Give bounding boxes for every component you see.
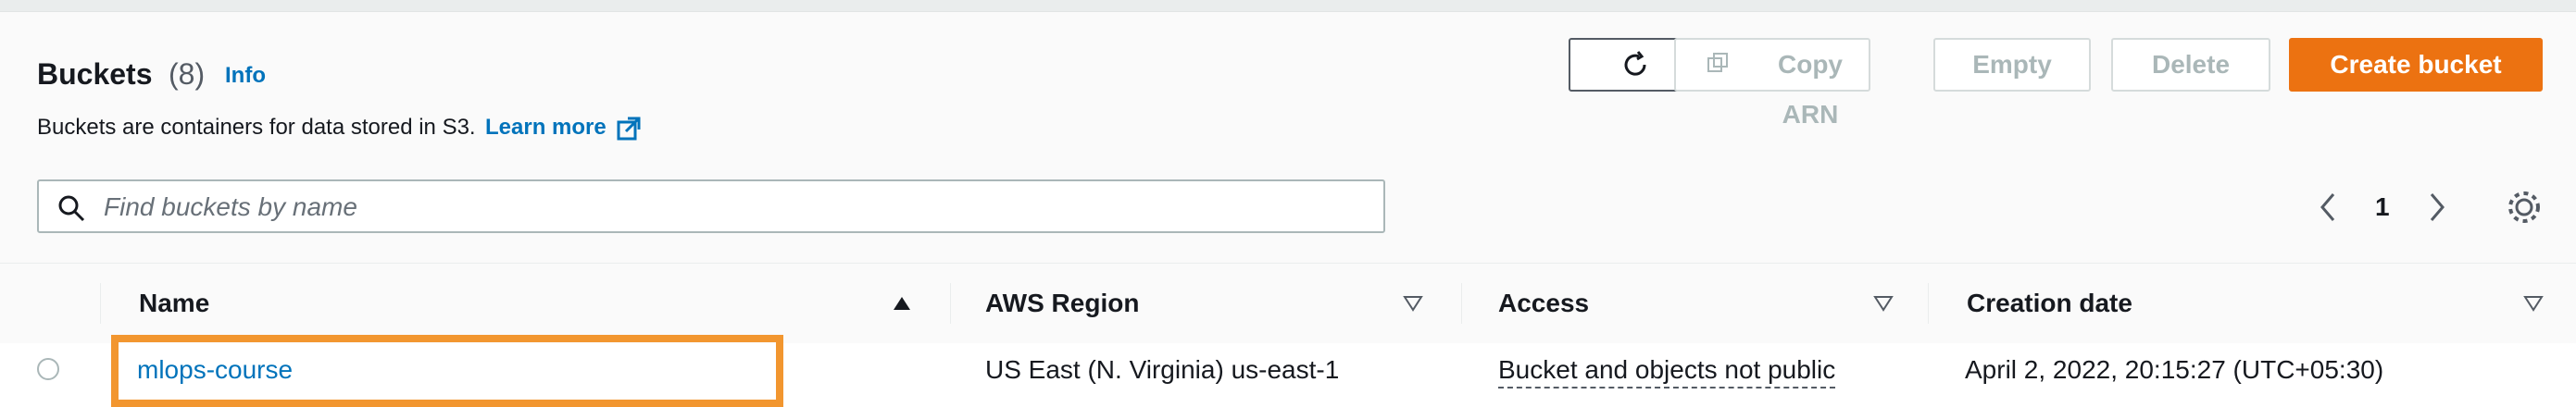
search-input[interactable]	[102, 191, 1365, 224]
create-bucket-button[interactable]: Create bucket	[2289, 38, 2543, 92]
column-header-name[interactable]: Name	[139, 287, 209, 320]
page-title: Buckets	[37, 57, 153, 91]
sort-ascending-icon[interactable]	[891, 292, 913, 314]
next-page-icon[interactable]	[2419, 187, 2456, 228]
info-link[interactable]: Info	[225, 63, 266, 89]
top-divider	[0, 0, 2576, 12]
s3-buckets-page: Buckets (8) Info Buckets are containers …	[0, 0, 2576, 407]
current-page[interactable]: 1	[2375, 187, 2390, 228]
copy-arn-button[interactable]: Copy ARN	[1674, 38, 1870, 129]
column-header-creation-date[interactable]: Creation date	[1967, 287, 2132, 320]
sort-icon[interactable]	[2522, 292, 2545, 314]
column-header-access[interactable]: Access	[1498, 287, 1589, 320]
column-header-region[interactable]: AWS Region	[985, 287, 1139, 320]
gear-icon[interactable]	[2504, 187, 2545, 228]
bucket-creation-date: April 2, 2022, 20:15:27 (UTC+05:30)	[1965, 355, 2384, 384]
copy-arn-label: Copy ARN	[1778, 50, 1843, 129]
learn-more-link[interactable]: Learn more	[485, 115, 606, 141]
previous-page-icon[interactable]	[2309, 187, 2346, 228]
delete-button[interactable]: Delete	[2111, 38, 2270, 92]
row-select-radio[interactable]	[37, 358, 59, 380]
column-divider	[1928, 283, 1929, 324]
column-divider	[950, 283, 951, 324]
page-description: Buckets are containers for data stored i…	[37, 115, 476, 140]
sort-icon[interactable]	[1872, 292, 1894, 314]
external-link-icon[interactable]	[615, 115, 643, 142]
bucket-count: (8)	[169, 57, 206, 91]
search-field[interactable]	[37, 179, 1385, 233]
empty-button[interactable]: Empty	[1933, 38, 2091, 92]
copy-icon	[1707, 53, 1728, 72]
column-divider	[1461, 283, 1462, 324]
bucket-region: US East (N. Virginia) us-east-1	[985, 355, 1340, 384]
table-header	[0, 263, 2576, 344]
bucket-name-link[interactable]: mlops-course	[137, 353, 293, 387]
sort-icon[interactable]	[1402, 292, 1424, 314]
refresh-icon	[1624, 51, 1646, 76]
bucket-access[interactable]: Bucket and objects not public	[1498, 353, 1836, 388]
search-icon	[58, 195, 85, 222]
column-divider	[100, 283, 101, 324]
